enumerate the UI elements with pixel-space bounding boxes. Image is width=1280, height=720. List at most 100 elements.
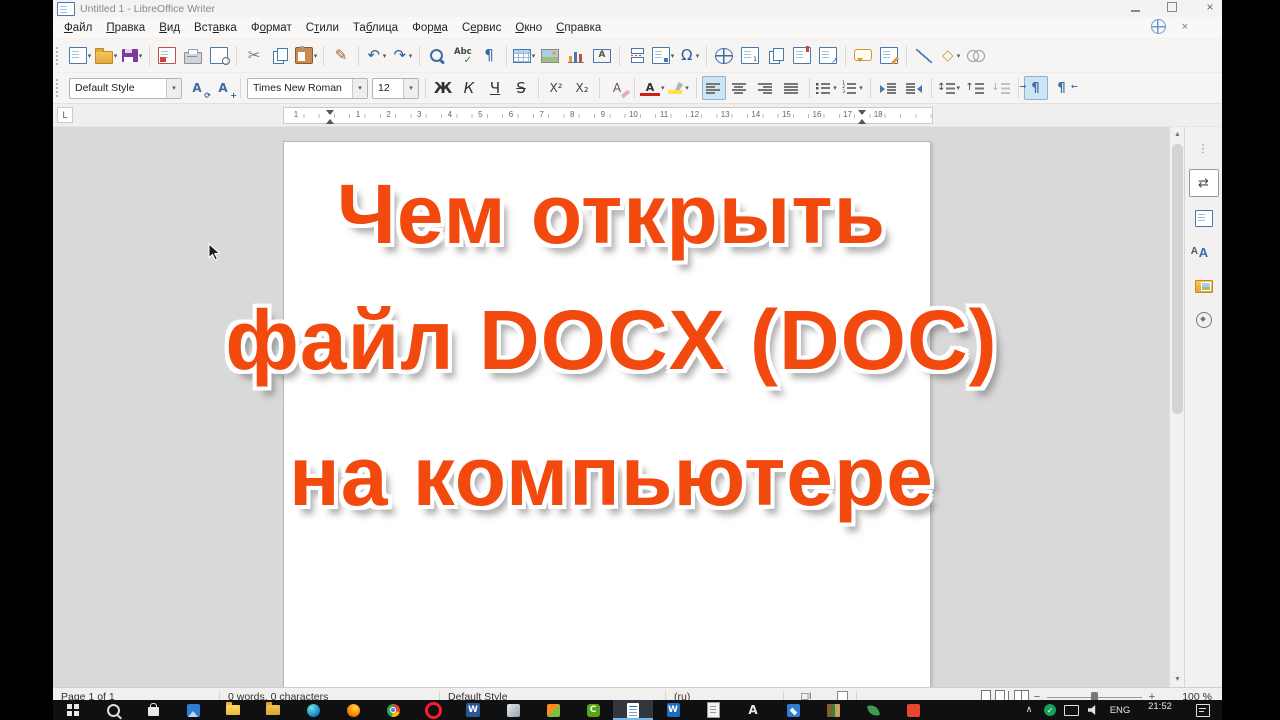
insert-chart-button[interactable] — [564, 44, 588, 68]
close-document-button[interactable]: × — [1182, 21, 1188, 33]
find-and-replace-button[interactable] — [425, 44, 449, 68]
highlight-color-button[interactable]: ▾ — [667, 76, 691, 100]
increase-indent-button[interactable] — [876, 76, 900, 100]
taskbar-app-compass[interactable]: A — [733, 700, 773, 720]
taskbar-app-document[interactable] — [693, 700, 733, 720]
tab-type-selector[interactable]: L — [57, 107, 73, 123]
taskbar-app-library[interactable] — [813, 700, 853, 720]
taskbar-app-green-leaf[interactable] — [853, 700, 893, 720]
horizontal-ruler[interactable]: 1 1 2 3 4 5 6 7 8 9 10 11 12 13 14 15 16 17 18 — [283, 107, 933, 124]
export-pdf-button[interactable] — [155, 44, 179, 68]
clear-formatting-button[interactable]: A — [605, 76, 629, 100]
paragraph-style-combobox[interactable]: Default Style ▾ — [69, 77, 182, 99]
menu-item-Вставка[interactable]: Вставка — [187, 20, 244, 36]
open-button[interactable]: ▾ — [94, 44, 118, 68]
font-color-button[interactable]: A ▾ — [640, 76, 665, 100]
network-display-icon[interactable] — [1060, 700, 1082, 720]
track-changes-button[interactable] — [877, 44, 901, 68]
help-globe-icon[interactable] — [1150, 19, 1166, 34]
new-style-button[interactable]: A + — [211, 76, 237, 100]
redo-button[interactable]: ↷ ▾ — [390, 44, 414, 68]
taskbar-writer-document[interactable]: W — [653, 700, 693, 720]
taskbar-start[interactable] — [53, 700, 93, 720]
taskbar-file-explorer[interactable] — [213, 700, 253, 720]
toolbar-grip[interactable] — [56, 79, 64, 97]
paste-button[interactable]: ▾ — [294, 44, 318, 68]
taskbar-microsoft-store[interactable] — [133, 700, 173, 720]
left-indent-marker[interactable] — [326, 110, 334, 124]
taskbar-photos-app[interactable] — [173, 700, 213, 720]
menu-item-Окно[interactable]: Окно — [508, 20, 549, 36]
insert-bookmark-button[interactable] — [790, 44, 814, 68]
sidebar-gallery[interactable] — [1190, 273, 1218, 299]
print-button[interactable] — [181, 44, 205, 68]
insert-hyperlink-button[interactable] — [712, 44, 736, 68]
scroll-up-arrow-icon[interactable]: ▲ — [1170, 127, 1185, 142]
align-center-button[interactable] — [728, 76, 752, 100]
menu-item-Стили[interactable]: Стили — [299, 20, 346, 36]
right-to-left-button[interactable]: ¶ — [1050, 76, 1077, 100]
insert-footnote-button[interactable] — [738, 44, 762, 68]
insert-table-button[interactable]: ▾ — [512, 44, 536, 68]
close-button[interactable]: × — [1204, 0, 1216, 14]
align-right-button[interactable] — [754, 76, 778, 100]
keyboard-language[interactable]: ENG — [1104, 700, 1136, 720]
underline-button[interactable]: Ч — [483, 76, 507, 100]
bullet-list-button[interactable]: ▾ — [815, 76, 839, 100]
taskbar-opera-browser[interactable] — [413, 700, 453, 720]
taskbar-word[interactable]: W — [453, 700, 493, 720]
insert-special-character-button[interactable]: Ω ▾ — [677, 44, 701, 68]
taskbar-chrome-browser[interactable] — [373, 700, 413, 720]
taskbar-app-green-c[interactable]: C — [573, 700, 613, 720]
toolbar-grip[interactable] — [56, 46, 64, 65]
justify-button[interactable] — [780, 76, 804, 100]
insert-line-button[interactable] — [912, 44, 936, 68]
taskbar-libreoffice-writer[interactable] — [613, 700, 653, 720]
restore-button[interactable] — [1167, 2, 1177, 12]
line-spacing-button[interactable]: ↕ ▾ — [937, 76, 961, 100]
sidebar-settings[interactable]: ⋮ — [1190, 135, 1218, 161]
right-indent-marker[interactable] — [858, 110, 866, 124]
insert-textbox-button[interactable] — [590, 44, 614, 68]
sidebar-page[interactable] — [1190, 205, 1218, 231]
insert-page-break-button[interactable] — [625, 44, 649, 68]
menu-item-Форма[interactable]: Форма — [405, 20, 455, 36]
minimize-button[interactable] — [1131, 3, 1140, 12]
formatting-marks-button[interactable]: ¶ — [477, 44, 501, 68]
bold-button[interactable]: Ж — [431, 76, 455, 100]
sidebar-properties[interactable]: ⇄ — [1188, 169, 1219, 197]
security-shield-icon[interactable]: ✓ — [1040, 700, 1060, 720]
clone-formatting-button[interactable]: ✎ — [329, 44, 353, 68]
menu-item-Правка[interactable]: Правка — [99, 20, 152, 36]
taskbar-firefox-browser[interactable] — [333, 700, 373, 720]
italic-button[interactable]: К — [457, 76, 481, 100]
menu-item-Сервис[interactable]: Сервис — [455, 20, 508, 36]
sidebar-styles[interactable]: A — [1190, 239, 1218, 265]
menu-item-Вид[interactable]: Вид — [152, 20, 187, 36]
copy-button[interactable] — [268, 44, 292, 68]
taskbar-app-silver[interactable] — [493, 700, 533, 720]
volume-icon[interactable] — [1082, 700, 1104, 720]
taskbar-folder[interactable] — [253, 700, 293, 720]
taskbar-app-orange-green[interactable] — [533, 700, 573, 720]
scroll-down-arrow-icon[interactable]: ▼ — [1170, 672, 1185, 687]
decrease-indent-button[interactable] — [902, 76, 926, 100]
insert-comment-button[interactable] — [851, 44, 875, 68]
update-style-button[interactable]: A ⟳ — [185, 76, 211, 100]
left-to-right-button[interactable]: ¶ — [1020, 76, 1048, 100]
decrease-paragraph-spacing-button[interactable]: ↓ — [989, 76, 1013, 100]
notification-center-icon[interactable] — [1184, 700, 1222, 720]
new-document-button[interactable]: ▾ — [68, 44, 92, 68]
strikethrough-button[interactable]: Ѕ — [509, 76, 533, 100]
cut-button[interactable]: ✂ — [242, 44, 266, 68]
sidebar-navigator[interactable] — [1190, 307, 1218, 333]
superscript-button[interactable]: X² — [544, 76, 568, 100]
menu-item-Справка[interactable]: Справка — [549, 20, 608, 36]
insert-endnote-button[interactable] — [764, 44, 788, 68]
save-button[interactable]: ▾ — [120, 44, 144, 68]
insert-field-button[interactable]: ▾ — [651, 44, 675, 68]
insert-cross-reference-button[interactable] — [816, 44, 840, 68]
insert-image-button[interactable] — [538, 44, 562, 68]
document-page[interactable] — [283, 141, 931, 687]
show-draw-functions-button[interactable] — [964, 44, 988, 68]
